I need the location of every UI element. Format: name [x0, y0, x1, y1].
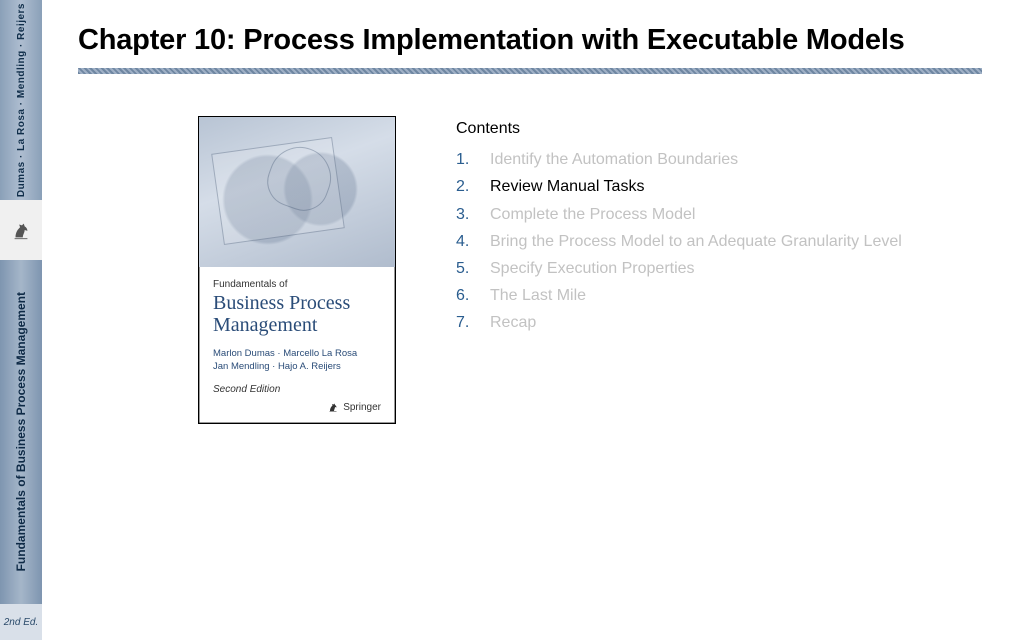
horse-icon — [327, 401, 339, 413]
cover-publisher-name: Springer — [343, 402, 381, 413]
cover-pretitle: Fundamentals of — [213, 279, 381, 290]
contents-item[interactable]: 1. Identify the Automation Boundaries — [456, 146, 982, 173]
contents-item-number: 5. — [456, 255, 474, 282]
contents-item[interactable]: 5. Specify Execution Properties — [456, 255, 982, 282]
title-underline — [78, 68, 982, 74]
contents-item[interactable]: 4. Bring the Process Model to an Adequate… — [456, 228, 982, 255]
contents-item-label: Specify Execution Properties — [490, 255, 695, 282]
cover-authors-line1: Marlon Dumas · Marcello La Rosa — [213, 348, 357, 359]
contents-list: 1. Identify the Automation Boundaries 2. Re… — [456, 146, 982, 336]
contents-item-label: The Last Mile — [490, 282, 586, 309]
horse-icon — [10, 219, 32, 241]
spine-edition: 2nd Ed. — [4, 617, 38, 628]
spine-publisher-logo — [0, 200, 42, 260]
contents-item-number: 6. — [456, 282, 474, 309]
contents-item[interactable]: 3. Complete the Process Model — [456, 201, 982, 228]
contents-item-number: 2. — [456, 173, 474, 200]
slide-body: Fundamentals of Business Process Managem… — [78, 116, 982, 424]
cover-title: Business Process Management — [213, 292, 381, 336]
contents-heading: Contents — [456, 120, 982, 138]
contents-item-number: 4. — [456, 228, 474, 255]
spine-title: Fundamentals of Business Process Managem… — [14, 292, 28, 571]
contents-item-number: 3. — [456, 201, 474, 228]
spine-authors: Dumas · La Rosa · Mendling · Reijers — [16, 3, 27, 197]
contents-item[interactable]: 6. The Last Mile — [456, 282, 982, 309]
contents-item[interactable]: 7. Recap — [456, 309, 982, 336]
cover-publisher: Springer — [327, 401, 381, 413]
contents-item-label: Identify the Automation Boundaries — [490, 146, 738, 173]
slide-page: Chapter 10: Process Implementation with … — [42, 0, 1024, 640]
contents-block: Contents 1. Identify the Automation Bound… — [456, 116, 982, 424]
cover-authors-line2: Jan Mendling · Hajo A. Reijers — [213, 361, 341, 372]
contents-item-label: Complete the Process Model — [490, 201, 695, 228]
chapter-title: Chapter 10: Process Implementation with … — [78, 22, 982, 58]
cover-edition: Second Edition — [213, 384, 381, 395]
contents-item[interactable]: 2. Review Manual Tasks — [456, 173, 982, 200]
contents-item-label: Review Manual Tasks — [490, 173, 644, 200]
cover-authors: Marlon Dumas · Marcello La Rosa Jan Mend… — [213, 348, 381, 374]
spine-title-band: Fundamentals of Business Process Managem… — [0, 260, 42, 604]
book-spine: Dumas · La Rosa · Mendling · Reijers Fun… — [0, 0, 42, 640]
spine-edition-band: 2nd Ed. — [0, 604, 42, 640]
cover-artwork — [199, 117, 395, 267]
contents-item-number: 1. — [456, 146, 474, 173]
book-cover: Fundamentals of Business Process Managem… — [198, 116, 396, 424]
cover-text-block: Fundamentals of Business Process Managem… — [199, 267, 395, 423]
spine-authors-band: Dumas · La Rosa · Mendling · Reijers — [0, 0, 42, 200]
contents-item-label: Bring the Process Model to an Adequate G… — [490, 228, 902, 255]
contents-item-number: 7. — [456, 309, 474, 336]
contents-item-label: Recap — [490, 309, 536, 336]
